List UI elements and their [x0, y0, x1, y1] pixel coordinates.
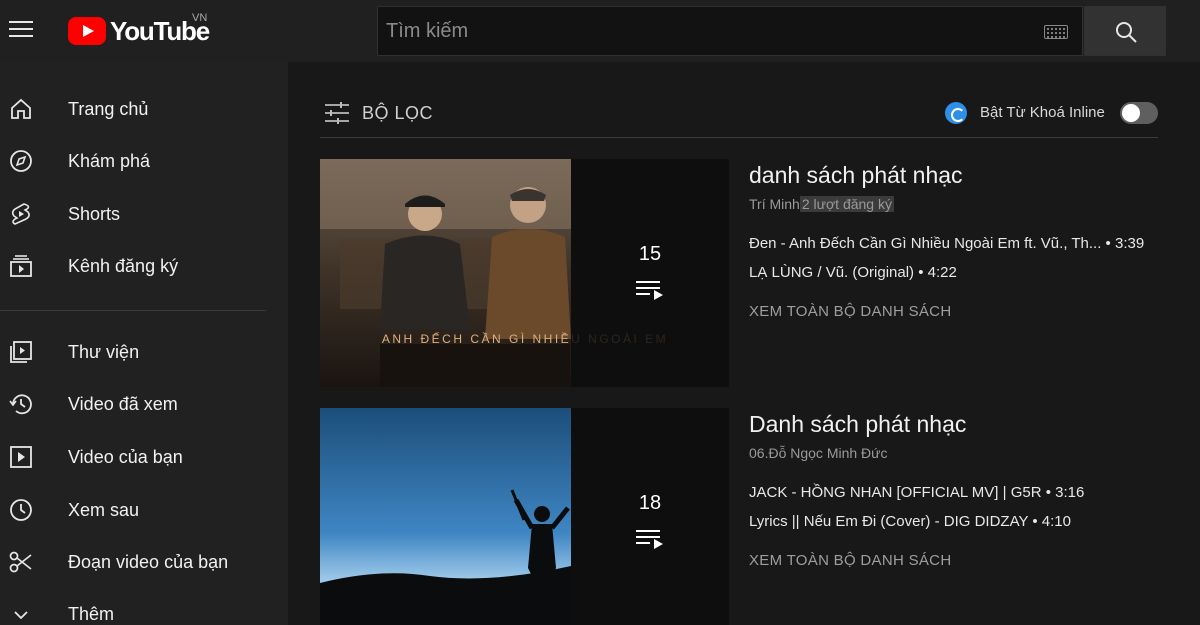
channel-name[interactable]: 06.Đỗ Ngọc Minh Đức [749, 445, 888, 461]
search-box [377, 6, 1083, 56]
playlist-card[interactable]: 18 Danh sách phát nhạc 06.Đỗ Ngọc Minh Đ… [320, 408, 1160, 625]
sidebar-item-label: Shorts [68, 203, 121, 224]
your-videos-icon [10, 446, 32, 468]
inline-keyword-toggle[interactable] [1120, 102, 1158, 124]
playlist-icon [636, 530, 664, 549]
sidebar-divider [0, 310, 266, 311]
sidebar-item-label: Khám phá [68, 150, 151, 171]
sidebar-item-label: Xem sau [68, 499, 140, 520]
playlist-count-overlay: 18 [571, 408, 729, 625]
playlist-video-item[interactable]: Đen - Anh Đếch Cần Gì Nhiều Ngoài Em ft.… [749, 235, 1144, 252]
subscriptions-icon [10, 255, 32, 277]
playlist-thumbnail[interactable]: 18 [320, 408, 729, 625]
history-icon [9, 394, 32, 415]
sidebar-item-label: Video đã xem [68, 393, 178, 414]
channel-name[interactable]: Trí Minh 2 lượt đăng ký [749, 196, 894, 212]
filter-icon[interactable] [324, 101, 350, 125]
playlist-card[interactable]: ANH ĐẾCH CẦN GÌ NHIỀU NGOÀI EM 15 danh s… [320, 159, 1160, 389]
inline-keyword-label: Bật Từ Khoá Inline [980, 104, 1105, 121]
view-full-playlist-link[interactable]: XEM TOÀN BỘ DANH SÁCH [749, 303, 951, 320]
sidebar-item-label: Đoạn video của bạn [68, 551, 229, 572]
sidebar-item-label: Kênh đăng ký [68, 255, 179, 276]
youtube-logo[interactable]: YouTube [68, 16, 210, 46]
shorts-icon [11, 203, 30, 225]
search-icon [1116, 22, 1137, 43]
keyboard-icon[interactable] [1044, 25, 1068, 39]
sidebar-item-history[interactable]: Video đã xem [0, 380, 288, 428]
sidebar-item-your-videos[interactable]: Video của bạn [0, 433, 288, 481]
watch-later-icon [10, 499, 32, 521]
playlist-video-item[interactable]: LẠ LÙNG / Vũ. (Original) • 4:22 [749, 264, 957, 281]
playlist-title[interactable]: Danh sách phát nhạc [749, 411, 966, 438]
search-button[interactable] [1084, 6, 1166, 56]
playlist-title[interactable]: danh sách phát nhạc [749, 162, 963, 189]
sidebar-item-watch-later[interactable]: Xem sau [0, 486, 288, 534]
library-icon [10, 341, 32, 363]
chevron-down-icon [14, 611, 28, 620]
subscriber-count: 2 lượt đăng ký [799, 196, 894, 212]
sidebar-item-label: Thêm [68, 603, 115, 624]
playlist-count: 15 [638, 243, 662, 265]
sidebar-item-label: Trang chủ [68, 98, 149, 119]
playlist-count-overlay: 15 [571, 159, 729, 387]
sidebar-item-subscriptions[interactable]: Kênh đăng ký [0, 242, 288, 290]
search-input[interactable] [386, 7, 1026, 55]
top-bar: YouTube VN [0, 0, 1200, 62]
sidebar-item-shorts[interactable]: Shorts [0, 190, 288, 238]
play-logo-icon [68, 17, 106, 45]
sidebar-item-explore[interactable]: Khám phá [0, 137, 288, 185]
view-full-playlist-link[interactable]: XEM TOÀN BỘ DANH SÁCH [749, 552, 951, 569]
channel-label: Trí Minh [749, 196, 800, 212]
thumbnail-image [320, 408, 571, 625]
sidebar-item-library[interactable]: Thư viện [0, 328, 288, 376]
sidebar-item-clips[interactable]: Đoạn video của bạn [0, 538, 288, 586]
extension-icon [945, 102, 967, 124]
playlist-icon [636, 281, 664, 300]
sidebar-item-label: Thư viện [68, 341, 140, 362]
filter-bar: BỘ LỌC Bật Từ Khoá Inline [320, 92, 1158, 138]
sidebar-item-more[interactable]: Thêm [0, 590, 288, 625]
home-icon [11, 98, 31, 119]
playlist-video-item[interactable]: JACK - HỒNG NHAN [OFFICIAL MV] | G5R • 3… [749, 484, 1084, 501]
playlist-video-item[interactable]: Lyrics || Nếu Em Đi (Cover) - DIG DIDZAY… [749, 513, 1071, 530]
region-label: VN [192, 12, 208, 24]
compass-icon [10, 150, 32, 172]
scissors-icon [9, 551, 32, 573]
filter-label[interactable]: BỘ LỌC [362, 103, 433, 124]
menu-icon[interactable] [9, 19, 33, 39]
playlist-count: 18 [638, 492, 662, 514]
playlist-thumbnail[interactable]: ANH ĐẾCH CẦN GÌ NHIỀU NGOÀI EM 15 [320, 159, 729, 387]
sidebar-item-label: Video của bạn [68, 446, 183, 467]
sidebar-item-home[interactable]: Trang chủ [0, 85, 288, 133]
sidebar: Trang chủ Khám phá Shorts Kênh đăng ký T… [0, 62, 288, 625]
